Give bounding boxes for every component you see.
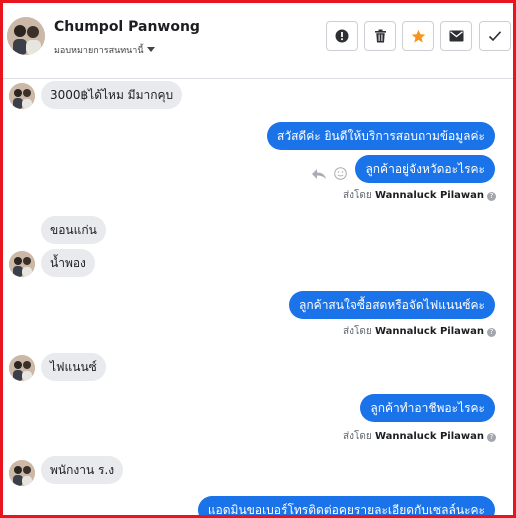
outgoing-message-bubble[interactable]: สวัสดีค่ะ ยินดีให้บริการสอบถามข้อมูลค่ะ (267, 122, 495, 150)
help-icon[interactable]: ? (487, 433, 496, 442)
help-icon[interactable]: ? (487, 328, 496, 337)
chevron-down-icon (146, 47, 155, 52)
delete-button[interactable] (364, 21, 396, 51)
contact-name[interactable]: Chumpol Panwong (54, 19, 200, 35)
sent-by-prefix: ส่งโดย (343, 431, 372, 442)
incoming-message-bubble[interactable]: น้ำพอง (41, 249, 95, 277)
envelope-icon (449, 30, 463, 42)
star-icon (411, 29, 425, 43)
sent-by-prefix: ส่งโดย (343, 326, 372, 337)
help-icon[interactable]: ? (487, 192, 496, 201)
contact-avatar-small (9, 83, 35, 109)
incoming-message-bubble[interactable]: ขอนแก่น (41, 216, 106, 244)
outgoing-message-bubble[interactable]: แอดมินขอเบอร์โทรติดต่อคุยรายละเอียดกับเซ… (197, 496, 495, 515)
incoming-message-bubble[interactable]: พนักงาน ร.ง (41, 456, 124, 484)
sent-by-label: ส่งโดย Wannaluck Pilawan? (343, 324, 496, 339)
emoji-reaction-icon[interactable] (334, 167, 347, 180)
trash-icon (374, 29, 386, 43)
assign-conversation-dropdown[interactable]: มอบหมายการสนทนานี้ (54, 43, 155, 57)
incoming-message-bubble[interactable]: 3000฿ได้ไหม มีมากคุบ (41, 81, 183, 109)
sent-by-agent: Wannaluck Pilawan (374, 431, 484, 442)
incoming-message-bubble[interactable]: ไฟแนนซ์ (41, 353, 106, 381)
outgoing-message-bubble[interactable]: ลูกค้าสนใจซื้อสดหรือจัดไฟแนนซ์คะ (289, 291, 495, 319)
contact-avatar-small (9, 251, 35, 277)
sent-by-agent: Wannaluck Pilawan (374, 326, 484, 337)
check-icon (488, 31, 502, 42)
message-thread[interactable]: 3000฿ได้ไหม มีมากคุบ สวัสดีค่ะ ยินดีให้บ… (3, 79, 513, 515)
sent-by-label: ส่งโดย Wannaluck Pilawan? (343, 429, 496, 444)
sent-by-label: ส่งโดย Wannaluck Pilawan? (343, 188, 496, 203)
contact-avatar-small (9, 355, 35, 381)
alert-icon (335, 29, 349, 43)
message-actions (311, 163, 347, 182)
conversation-panel: Chumpol Panwong มอบหมายการสนทนานี้ 3000฿… (0, 0, 516, 518)
star-button[interactable] (402, 21, 434, 51)
mark-spam-button[interactable] (326, 21, 358, 51)
outgoing-message-bubble[interactable]: ลูกค้าทำอาชีพอะไรคะ (360, 394, 495, 422)
mark-unread-button[interactable] (440, 21, 472, 51)
sent-by-prefix: ส่งโดย (343, 190, 372, 201)
reply-icon[interactable] (311, 168, 327, 180)
contact-avatar[interactable] (7, 17, 45, 55)
sent-by-agent: Wannaluck Pilawan (374, 190, 484, 201)
assign-label: มอบหมายการสนทนานี้ (54, 46, 144, 56)
mark-done-button[interactable] (479, 21, 511, 51)
contact-avatar-small (9, 460, 35, 486)
conversation-header: Chumpol Panwong มอบหมายการสนทนานี้ (3, 3, 513, 79)
outgoing-message-bubble[interactable]: ลูกค้าอยู่จังหวัดอะไรคะ (355, 155, 495, 183)
